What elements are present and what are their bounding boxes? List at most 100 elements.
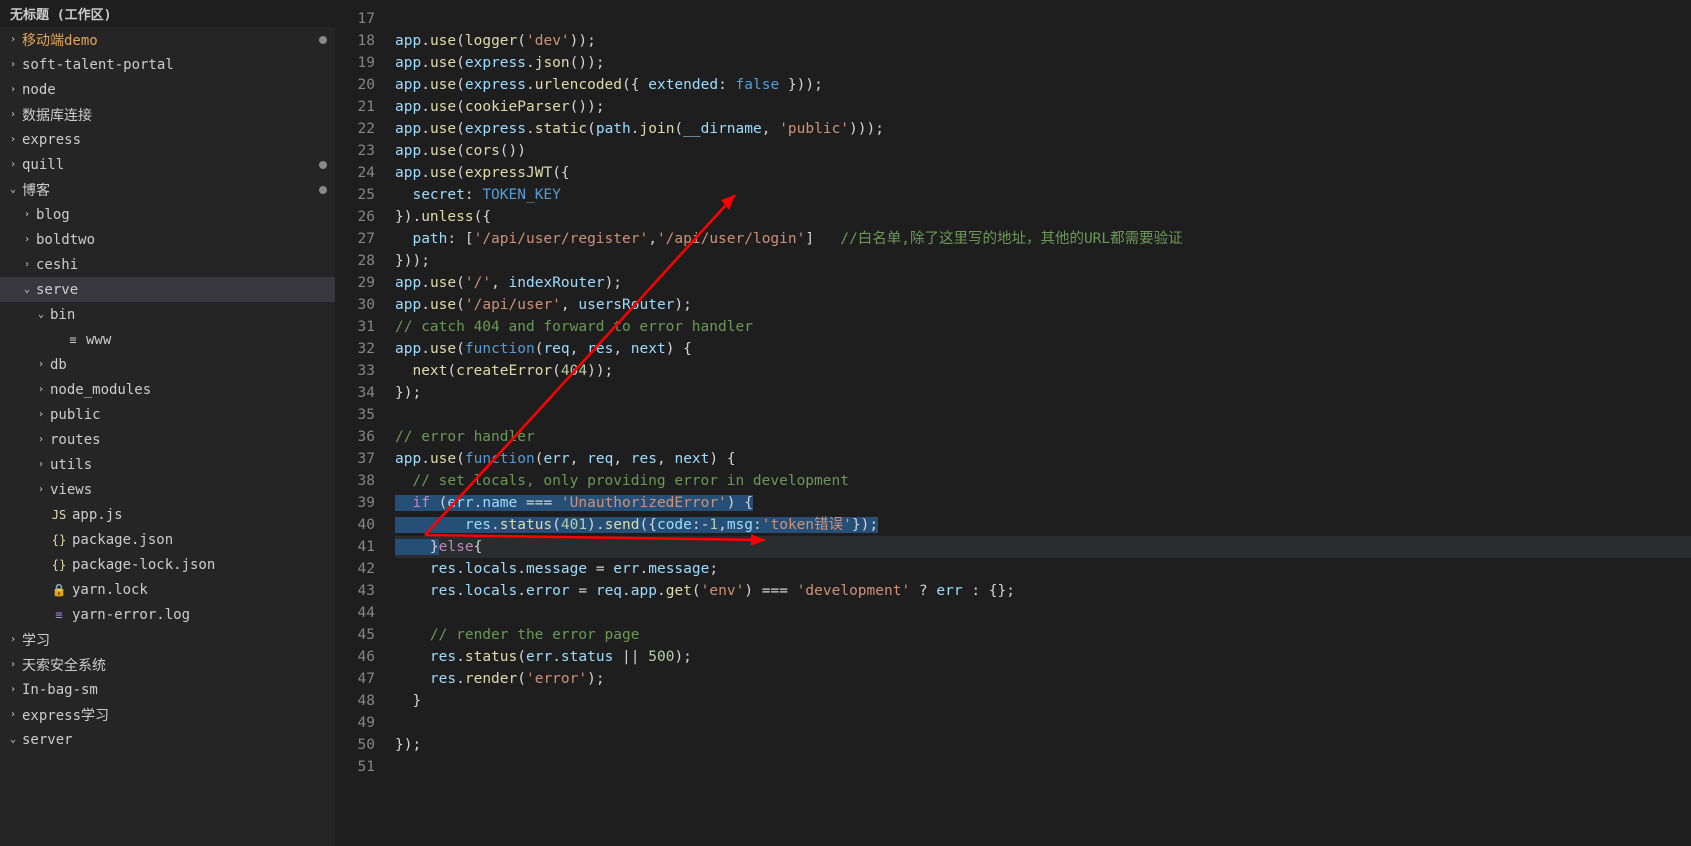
tree-label: serve xyxy=(36,282,327,298)
tree-item-yarn-error-log[interactable]: ≡ yarn-error.log xyxy=(0,602,335,627)
file-icon: ≡ xyxy=(50,608,68,622)
code-line[interactable]: app.use(express.json()); xyxy=(395,52,1691,74)
tree-label: routes xyxy=(50,432,327,448)
tree-item------[interactable]: ›数据库连接 xyxy=(0,102,335,127)
chevron-right-icon: › xyxy=(8,134,18,145)
modified-dot-icon xyxy=(319,161,327,169)
code-line[interactable] xyxy=(395,712,1691,734)
tree-item-node[interactable]: ›node xyxy=(0,77,335,102)
tree-item-express[interactable]: ›express xyxy=(0,127,335,152)
tree-item-In-bag-sm[interactable]: ›In-bag-sm xyxy=(0,677,335,702)
code-line[interactable] xyxy=(395,756,1691,778)
tree-item-utils[interactable]: ›utils xyxy=(0,452,335,477)
chevron-right-icon: › xyxy=(8,659,18,670)
line-number: 44 xyxy=(335,602,375,624)
tree-label: yarn-error.log xyxy=(72,607,327,623)
chevron-right-icon: › xyxy=(8,684,18,695)
code-line[interactable]: }); xyxy=(395,382,1691,404)
chevron-right-icon: › xyxy=(8,59,18,70)
tree-item-routes[interactable]: › routes xyxy=(0,427,335,452)
code-line[interactable]: res.render('error'); xyxy=(395,668,1691,690)
tree-item-app-js[interactable]: JSapp.js xyxy=(0,502,335,527)
tree-item-www[interactable]: ≡www xyxy=(0,327,335,352)
code-line[interactable]: app.use(expressJWT({ xyxy=(395,162,1691,184)
tree-item-db[interactable]: ›db xyxy=(0,352,335,377)
tree-item-ceshi[interactable]: ›ceshi xyxy=(0,252,335,277)
line-number: 20 xyxy=(335,74,375,96)
editor-pane[interactable]: 1718192021222324252627282930313233343536… xyxy=(335,0,1691,846)
modified-dot-icon xyxy=(319,36,327,44)
code-line[interactable]: // error handler xyxy=(395,426,1691,448)
tree-item-bin[interactable]: ⌄bin xyxy=(0,302,335,327)
code-line[interactable]: secret: TOKEN_KEY xyxy=(395,184,1691,206)
code-line[interactable]: }else{ xyxy=(395,536,1691,558)
code-line[interactable]: })); xyxy=(395,250,1691,272)
code-line[interactable]: app.use(function(req, res, next) { xyxy=(395,338,1691,360)
code-line[interactable]: app.use('/', indexRouter); xyxy=(395,272,1691,294)
code-line[interactable]: }); xyxy=(395,734,1691,756)
chevron-right-icon: › xyxy=(8,634,18,645)
tree-label: db xyxy=(50,357,327,373)
file-icon: 🔒 xyxy=(50,583,68,597)
line-number: 47 xyxy=(335,668,375,690)
file-explorer[interactable]: 无标题 (工作区) ›移动端demo›soft-talent-portal›no… xyxy=(0,0,335,846)
code-line[interactable] xyxy=(395,602,1691,624)
code-line[interactable] xyxy=(395,404,1691,426)
tree-item-package-lock-json[interactable]: {}package-lock.json xyxy=(0,552,335,577)
code-line[interactable]: // set locals, only providing error in d… xyxy=(395,470,1691,492)
code-content[interactable]: app.use(logger('dev'));app.use(express.j… xyxy=(395,0,1691,846)
tree-label: node xyxy=(22,82,327,98)
code-line[interactable]: app.use(cors()) xyxy=(395,140,1691,162)
tree-item---[interactable]: › 学习 xyxy=(0,627,335,652)
code-line[interactable]: }).unless({ xyxy=(395,206,1691,228)
code-line[interactable]: next(createError(404)); xyxy=(395,360,1691,382)
chevron-right-icon: › xyxy=(36,434,46,445)
tree-item-express--[interactable]: ›express学习 xyxy=(0,702,335,727)
tree-item-package-json[interactable]: {}package.json xyxy=(0,527,335,552)
chevron-down-icon: ⌄ xyxy=(36,309,46,320)
tree-item-soft-talent-portal[interactable]: ›soft-talent-portal xyxy=(0,52,335,77)
line-number: 30 xyxy=(335,294,375,316)
tree-label: node_modules xyxy=(50,382,327,398)
code-line[interactable]: app.use(express.urlencoded({ extended: f… xyxy=(395,74,1691,96)
code-line[interactable]: res.locals.message = err.message; xyxy=(395,558,1691,580)
code-line[interactable]: res.locals.error = req.app.get('env') ==… xyxy=(395,580,1691,602)
code-line[interactable]: app.use(function(err, req, res, next) { xyxy=(395,448,1691,470)
code-line[interactable]: app.use('/api/user', usersRouter); xyxy=(395,294,1691,316)
tree-item-yarn-lock[interactable]: 🔒yarn.lock xyxy=(0,577,335,602)
tree-label: blog xyxy=(36,207,327,223)
code-line[interactable]: res.status(401).send({code:-1,msg:'token… xyxy=(395,514,1691,536)
tree-item----demo[interactable]: ›移动端demo xyxy=(0,27,335,52)
tree-item-------[interactable]: ›天索安全系统 xyxy=(0,652,335,677)
tree-label: package-lock.json xyxy=(72,557,327,573)
code-line[interactable]: if (err.name === 'UnauthorizedError') { xyxy=(395,492,1691,514)
code-line[interactable]: // catch 404 and forward to error handle… xyxy=(395,316,1691,338)
tree-item-server[interactable]: ⌄server xyxy=(0,727,335,752)
file-icon: JS xyxy=(50,508,68,522)
code-line[interactable]: res.status(err.status || 500); xyxy=(395,646,1691,668)
tree-item-serve[interactable]: ⌄ serve xyxy=(0,277,335,302)
code-line[interactable]: app.use(cookieParser()); xyxy=(395,96,1691,118)
tree-item-node-modules[interactable]: ›node_modules xyxy=(0,377,335,402)
tree-label: 学习 xyxy=(22,630,327,650)
tree-item---[interactable]: ⌄博客 xyxy=(0,177,335,202)
code-line[interactable]: // render the error page xyxy=(395,624,1691,646)
code-line[interactable]: } xyxy=(395,690,1691,712)
chevron-down-icon: ⌄ xyxy=(22,284,32,295)
tree-item-public[interactable]: ›public xyxy=(0,402,335,427)
line-number: 41 xyxy=(335,536,375,558)
tree-item-quill[interactable]: ›quill xyxy=(0,152,335,177)
tree-item-boldtwo[interactable]: ›boldtwo xyxy=(0,227,335,252)
code-line[interactable]: app.use(express.static(path.join(__dirna… xyxy=(395,118,1691,140)
tree-item-views[interactable]: ›views xyxy=(0,477,335,502)
line-number: 50 xyxy=(335,734,375,756)
line-gutter: 1718192021222324252627282930313233343536… xyxy=(335,0,395,846)
code-line[interactable]: path: ['/api/user/register','/api/user/l… xyxy=(395,228,1691,250)
line-number: 51 xyxy=(335,756,375,778)
code-line[interactable]: app.use(logger('dev')); xyxy=(395,30,1691,52)
code-line[interactable] xyxy=(395,8,1691,30)
line-number: 39 xyxy=(335,492,375,514)
tree-item-blog[interactable]: ›blog xyxy=(0,202,335,227)
tree-label: server xyxy=(22,732,327,748)
line-number: 48 xyxy=(335,690,375,712)
